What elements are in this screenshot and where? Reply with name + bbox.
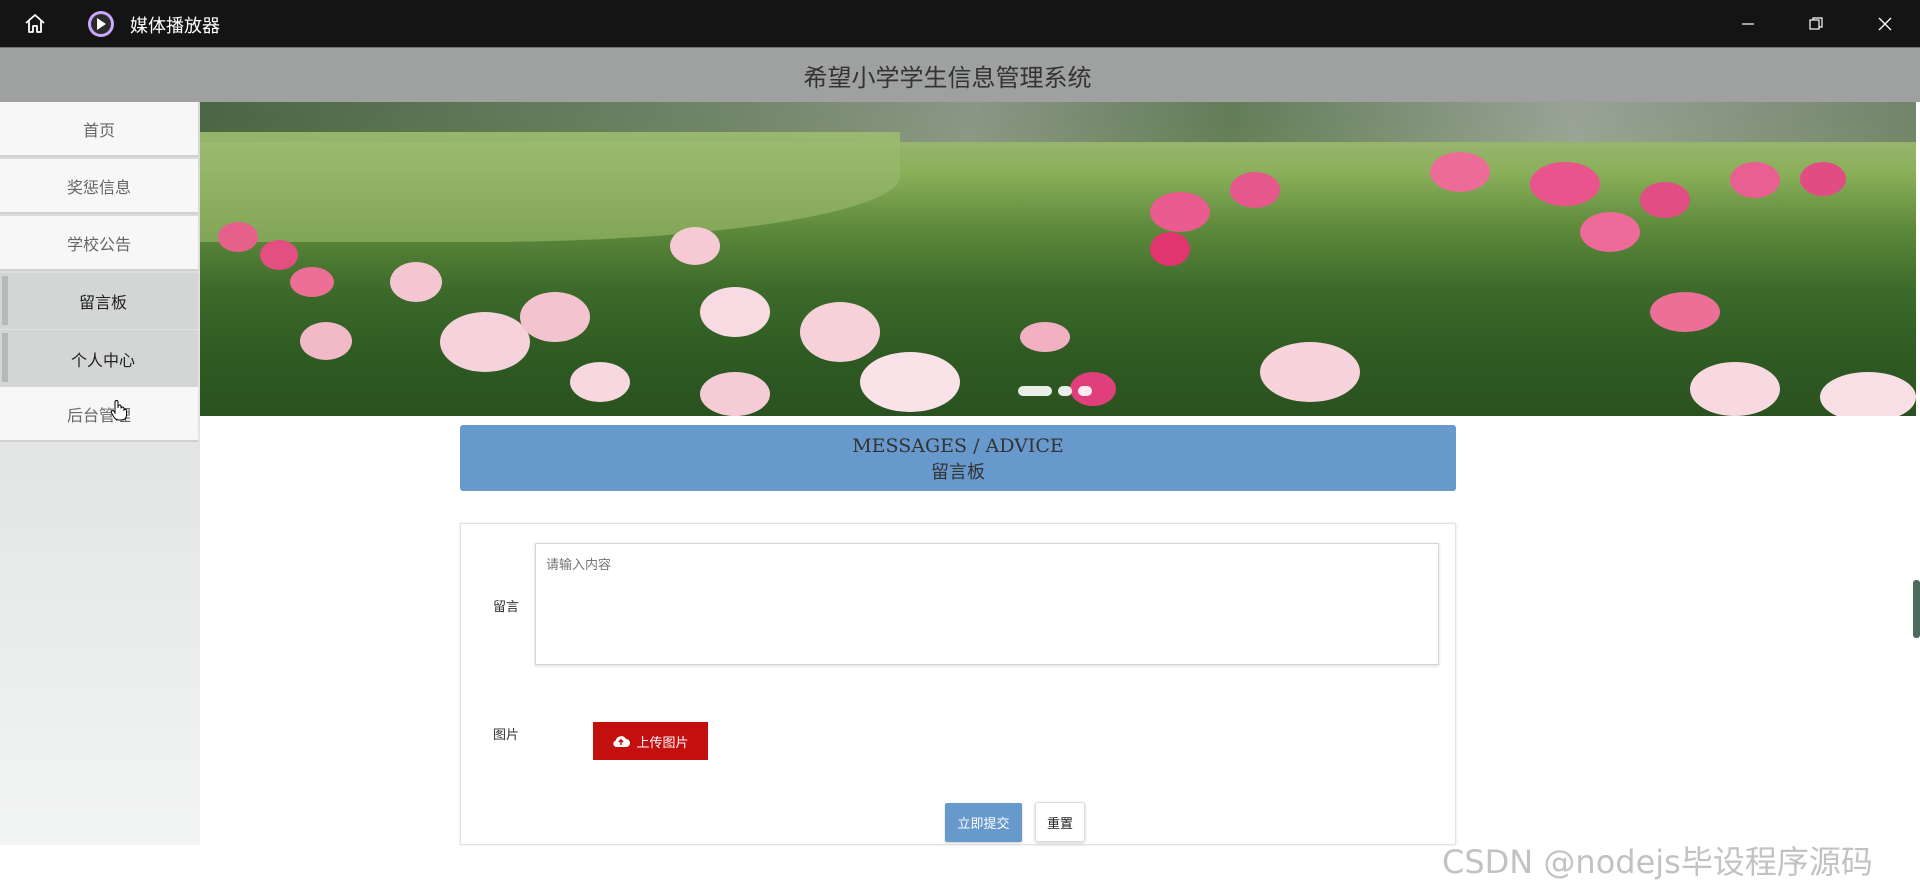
message-label: 留言 bbox=[493, 600, 520, 615]
hand-cursor-icon bbox=[110, 400, 127, 421]
banner-flower bbox=[300, 322, 352, 360]
banner-flower bbox=[700, 287, 770, 337]
banner-flower bbox=[1150, 232, 1190, 266]
sidebar-item-notices[interactable]: 学校公告 bbox=[0, 216, 198, 271]
sidebar-item-admin[interactable]: 后台管理 bbox=[0, 387, 198, 442]
banner-flower bbox=[860, 352, 960, 412]
heading-zh: 留言板 bbox=[931, 462, 985, 483]
banner-flower bbox=[1580, 212, 1640, 252]
banner-flower bbox=[1260, 342, 1360, 402]
play-icon bbox=[88, 11, 114, 37]
upload-image-label: 上传图片 bbox=[636, 734, 689, 750]
banner-flower bbox=[1730, 162, 1780, 198]
heading-en: MESSAGES / ADVICE bbox=[852, 435, 1064, 457]
app-content: 希望小学学生信息管理系统 首页 奖惩信息 学校公告 留言板 个人中心 后台管理 bbox=[0, 47, 1920, 881]
banner-flower bbox=[800, 302, 880, 362]
submit-button[interactable]: 立即提交 bbox=[945, 803, 1022, 842]
sidebar-item-label: 个人中心 bbox=[70, 350, 135, 370]
watermark: CSDN @nodejs毕设程序源码 bbox=[1442, 843, 1873, 881]
close-icon[interactable] bbox=[1855, 0, 1915, 47]
banner-flower bbox=[1650, 292, 1720, 332]
upload-image-button[interactable]: 上传图片 bbox=[593, 722, 708, 760]
carousel-indicators bbox=[1018, 386, 1092, 396]
window-titlebar: 媒体播放器 bbox=[0, 0, 1920, 47]
restore-icon[interactable] bbox=[1786, 0, 1846, 47]
sidebar-item-label: 首页 bbox=[82, 120, 115, 140]
window-title: 媒体播放器 bbox=[130, 16, 220, 37]
banner-flower bbox=[1820, 372, 1916, 416]
sidebar-item-home[interactable]: 首页 bbox=[0, 102, 198, 157]
banner-flower bbox=[520, 292, 590, 342]
sidebar-item-message-board[interactable]: 留言板 bbox=[0, 273, 198, 329]
carousel-dot[interactable] bbox=[1018, 386, 1052, 396]
message-board-heading: MESSAGES / ADVICE 留言板 bbox=[460, 425, 1456, 491]
banner-flower bbox=[1800, 162, 1846, 196]
cloud-upload-icon bbox=[613, 736, 631, 747]
banner-flower bbox=[570, 362, 630, 402]
banner-flower bbox=[1690, 362, 1780, 416]
banner-flower bbox=[1530, 162, 1600, 206]
carousel-dot[interactable] bbox=[1078, 386, 1092, 396]
banner-lawn bbox=[200, 132, 900, 242]
scrollbar-thumb[interactable] bbox=[1913, 580, 1920, 638]
banner-flower bbox=[1150, 192, 1210, 232]
banner-flower bbox=[218, 222, 258, 252]
banner-flower bbox=[260, 240, 298, 270]
sidebar-item-label: 奖惩信息 bbox=[66, 177, 131, 197]
banner-flower bbox=[1020, 322, 1070, 352]
banner-flower bbox=[390, 262, 442, 302]
banner-flower bbox=[670, 227, 720, 265]
image-label: 图片 bbox=[493, 728, 520, 743]
reset-button[interactable]: 重置 bbox=[1035, 802, 1085, 842]
sidebar-item-label: 学校公告 bbox=[66, 234, 131, 254]
banner-flower bbox=[440, 312, 530, 372]
minimize-icon[interactable] bbox=[1718, 0, 1778, 47]
carousel-banner[interactable] bbox=[200, 102, 1916, 416]
sidebar-item-rewards[interactable]: 奖惩信息 bbox=[0, 159, 198, 214]
sidebar: 首页 奖惩信息 学校公告 留言板 个人中心 后台管理 bbox=[0, 102, 200, 845]
sidebar-item-profile[interactable]: 个人中心 bbox=[0, 330, 198, 387]
site-header: 希望小学学生信息管理系统 bbox=[0, 47, 1920, 102]
banner-flower bbox=[1430, 152, 1490, 192]
carousel-dot[interactable] bbox=[1058, 386, 1072, 396]
message-textarea[interactable] bbox=[535, 543, 1439, 665]
banner-flower bbox=[1230, 172, 1280, 208]
banner-flower bbox=[700, 372, 770, 416]
sidebar-item-label: 留言板 bbox=[78, 293, 127, 312]
banner-flower bbox=[1640, 182, 1690, 218]
home-icon[interactable] bbox=[21, 10, 49, 38]
message-form: 留言 图片 上传图片 立即提交 重置 bbox=[460, 523, 1456, 845]
banner-flower bbox=[290, 267, 334, 297]
site-title: 希望小学学生信息管理系统 bbox=[803, 64, 1092, 92]
